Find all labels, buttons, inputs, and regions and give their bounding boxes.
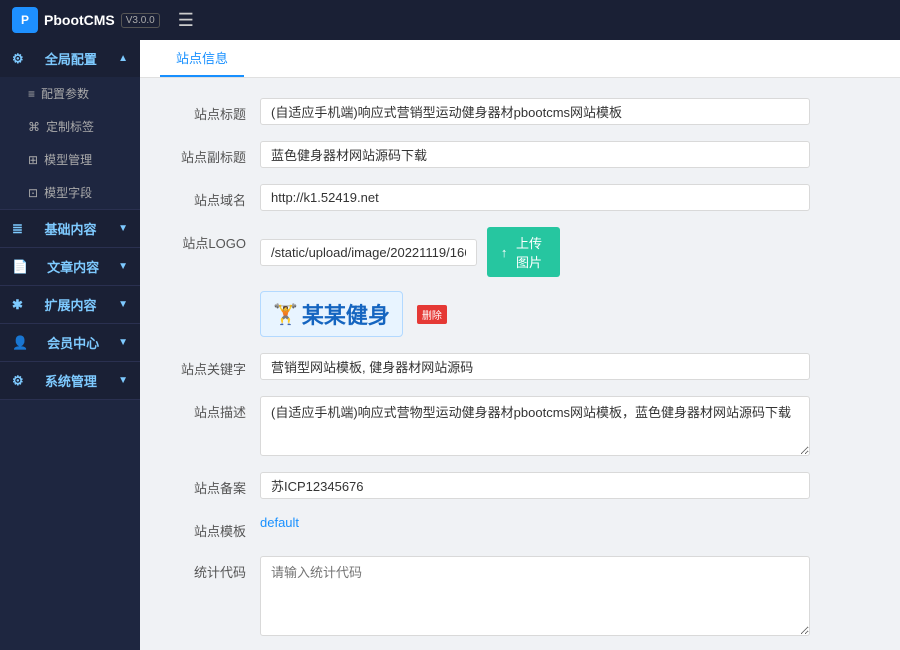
logo-preview: 🏋 某某健身 删除 xyxy=(260,291,447,337)
sidebar-item-system-manage[interactable]: ⚙ 系统管理 ▼ xyxy=(0,362,140,399)
model-manage-icon: ⊞ xyxy=(28,153,38,167)
row-site-desc: 站点描述 xyxy=(170,396,870,456)
content-site-logo: ↑ 上传图片 🏋 某某健身 删除 xyxy=(260,227,870,337)
logo-delete-badge[interactable]: 删除 xyxy=(417,305,447,324)
sidebar-item-custom-tags[interactable]: ⌘ 定制标签 xyxy=(0,110,140,143)
chevron-down-icon-basic: ▼ xyxy=(118,223,128,234)
content-site-icon xyxy=(260,141,870,168)
logo-dumbbell-icon: 🏋 xyxy=(273,302,298,327)
row-site-template: 站点模板 default xyxy=(170,515,870,540)
sidebar-section-basic-content: ≣ 基础内容 ▼ xyxy=(0,210,140,248)
model-manage-label: 模型管理 xyxy=(44,151,92,168)
label-site-filing: 站点备案 xyxy=(170,472,260,497)
ext-content-label: 扩展内容 xyxy=(44,295,96,314)
input-site-filing[interactable] xyxy=(260,472,810,499)
chevron-down-icon-article: ▼ xyxy=(118,261,128,272)
label-site-desc: 站点描述 xyxy=(170,396,260,421)
app-title: PbootCMS xyxy=(44,12,115,28)
sidebar: ⚙ 全局配置 ▲ ≡ 配置参数 ⌘ 定制标签 ⊞ 模型管理 ⊡ 模型字段 xyxy=(0,40,140,650)
basic-content-label: 基础内容 xyxy=(44,219,96,238)
label-stat-code: 统计代码 xyxy=(170,556,260,581)
row-stat-code: 统计代码 xyxy=(170,556,870,636)
label-site-keywords: 站点关键字 xyxy=(170,353,260,378)
article-content-icon: 📄 xyxy=(12,259,28,275)
custom-tags-icon: ⌘ xyxy=(28,120,40,134)
row-site-icon: 站点副标题 xyxy=(170,141,870,168)
system-manage-label: 系统管理 xyxy=(45,371,97,390)
content-site-desc xyxy=(260,396,870,456)
logo-area: P PbootCMS V3.0.0 xyxy=(12,7,160,33)
logo-preview-image: 🏋 某某健身 xyxy=(260,291,403,337)
content-area: 站点信息 站点标题 站点副标题 站点域名 xyxy=(140,40,900,650)
config-params-icon: ≡ xyxy=(28,87,35,101)
logo-icon: P xyxy=(12,7,38,33)
sidebar-item-ext-content[interactable]: ✱ 扩展内容 ▼ xyxy=(0,286,140,323)
sidebar-item-config-params[interactable]: ≡ 配置参数 xyxy=(0,77,140,110)
input-site-desc[interactable] xyxy=(260,396,810,456)
sidebar-section-member-center: 👤 会员中心 ▼ xyxy=(0,324,140,362)
upload-image-button[interactable]: ↑ 上传图片 xyxy=(487,227,560,277)
chevron-down-icon-member: ▼ xyxy=(118,337,128,348)
input-site-icon[interactable] xyxy=(260,141,810,168)
tab-header: 站点信息 xyxy=(140,40,900,78)
config-params-label: 配置参数 xyxy=(41,85,89,102)
input-site-title[interactable] xyxy=(260,98,810,125)
main-layout: ⚙ 全局配置 ▲ ≡ 配置参数 ⌘ 定制标签 ⊞ 模型管理 ⊡ 模型字段 xyxy=(0,40,900,650)
row-site-domain: 站点域名 xyxy=(170,184,870,211)
sidebar-item-model-fields[interactable]: ⊡ 模型字段 xyxy=(0,176,140,209)
ext-content-icon: ✱ xyxy=(12,297,23,313)
custom-tags-label: 定制标签 xyxy=(46,118,94,135)
form-area: 站点标题 站点副标题 站点域名 站点LOGO xyxy=(140,78,900,650)
system-manage-icon: ⚙ xyxy=(12,373,24,389)
label-site-template: 站点模板 xyxy=(170,515,260,540)
article-content-label: 文章内容 xyxy=(47,257,99,276)
input-site-keywords[interactable] xyxy=(260,353,810,380)
topbar: P PbootCMS V3.0.0 ☰ xyxy=(0,0,900,40)
sidebar-section-system-manage: ⚙ 系统管理 ▼ xyxy=(0,362,140,400)
sidebar-item-member-center[interactable]: 👤 会员中心 ▼ xyxy=(0,324,140,361)
content-site-title xyxy=(260,98,870,125)
site-config-label: 全局配置 xyxy=(45,49,97,68)
content-site-domain xyxy=(260,184,870,211)
model-fields-icon: ⊡ xyxy=(28,186,38,200)
row-site-logo: 站点LOGO ↑ 上传图片 🏋 某某健身 删除 xyxy=(170,227,870,337)
sidebar-item-article-content[interactable]: 📄 文章内容 ▼ xyxy=(0,248,140,285)
upload-btn-label: 上传图片 xyxy=(512,233,545,271)
content-site-template: default xyxy=(260,515,870,530)
label-site-domain: 站点域名 xyxy=(170,184,260,209)
upload-icon: ↑ xyxy=(501,245,508,260)
content-site-keywords xyxy=(260,353,870,380)
label-site-logo: 站点LOGO xyxy=(170,227,260,252)
input-site-domain[interactable] xyxy=(260,184,810,211)
row-site-title: 站点标题 xyxy=(170,98,870,125)
chevron-up-icon: ▲ xyxy=(118,53,128,64)
site-config-icon: ⚙ xyxy=(12,51,24,67)
chevron-down-icon-system: ▼ xyxy=(118,375,128,386)
tab-site-info[interactable]: 站点信息 xyxy=(160,40,244,77)
template-link[interactable]: default xyxy=(260,515,299,530)
member-center-icon: 👤 xyxy=(12,335,28,351)
basic-content-icon: ≣ xyxy=(12,221,23,237)
chevron-down-icon-ext: ▼ xyxy=(118,299,128,310)
sidebar-item-basic-content[interactable]: ≣ 基础内容 ▼ xyxy=(0,210,140,247)
version-badge: V3.0.0 xyxy=(121,13,160,28)
content-site-filing xyxy=(260,472,870,499)
model-fields-label: 模型字段 xyxy=(44,184,92,201)
member-center-label: 会员中心 xyxy=(47,333,99,352)
input-site-logo-path[interactable] xyxy=(260,239,477,266)
input-stat-code[interactable] xyxy=(260,556,810,636)
sidebar-item-model-manage[interactable]: ⊞ 模型管理 xyxy=(0,143,140,176)
sidebar-section-article-content: 📄 文章内容 ▼ xyxy=(0,248,140,286)
sidebar-item-site-config[interactable]: ⚙ 全局配置 ▲ xyxy=(0,40,140,77)
label-site-title: 站点标题 xyxy=(170,98,260,123)
sidebar-section-site-config: ⚙ 全局配置 ▲ ≡ 配置参数 ⌘ 定制标签 ⊞ 模型管理 ⊡ 模型字段 xyxy=(0,40,140,210)
sidebar-section-ext-content: ✱ 扩展内容 ▼ xyxy=(0,286,140,324)
row-site-filing: 站点备案 xyxy=(170,472,870,499)
content-stat-code xyxy=(260,556,870,636)
label-site-icon: 站点副标题 xyxy=(170,141,260,166)
menu-toggle-icon[interactable]: ☰ xyxy=(178,10,194,31)
logo-main-text: 某某健身 xyxy=(302,298,390,330)
row-site-keywords: 站点关键字 xyxy=(170,353,870,380)
